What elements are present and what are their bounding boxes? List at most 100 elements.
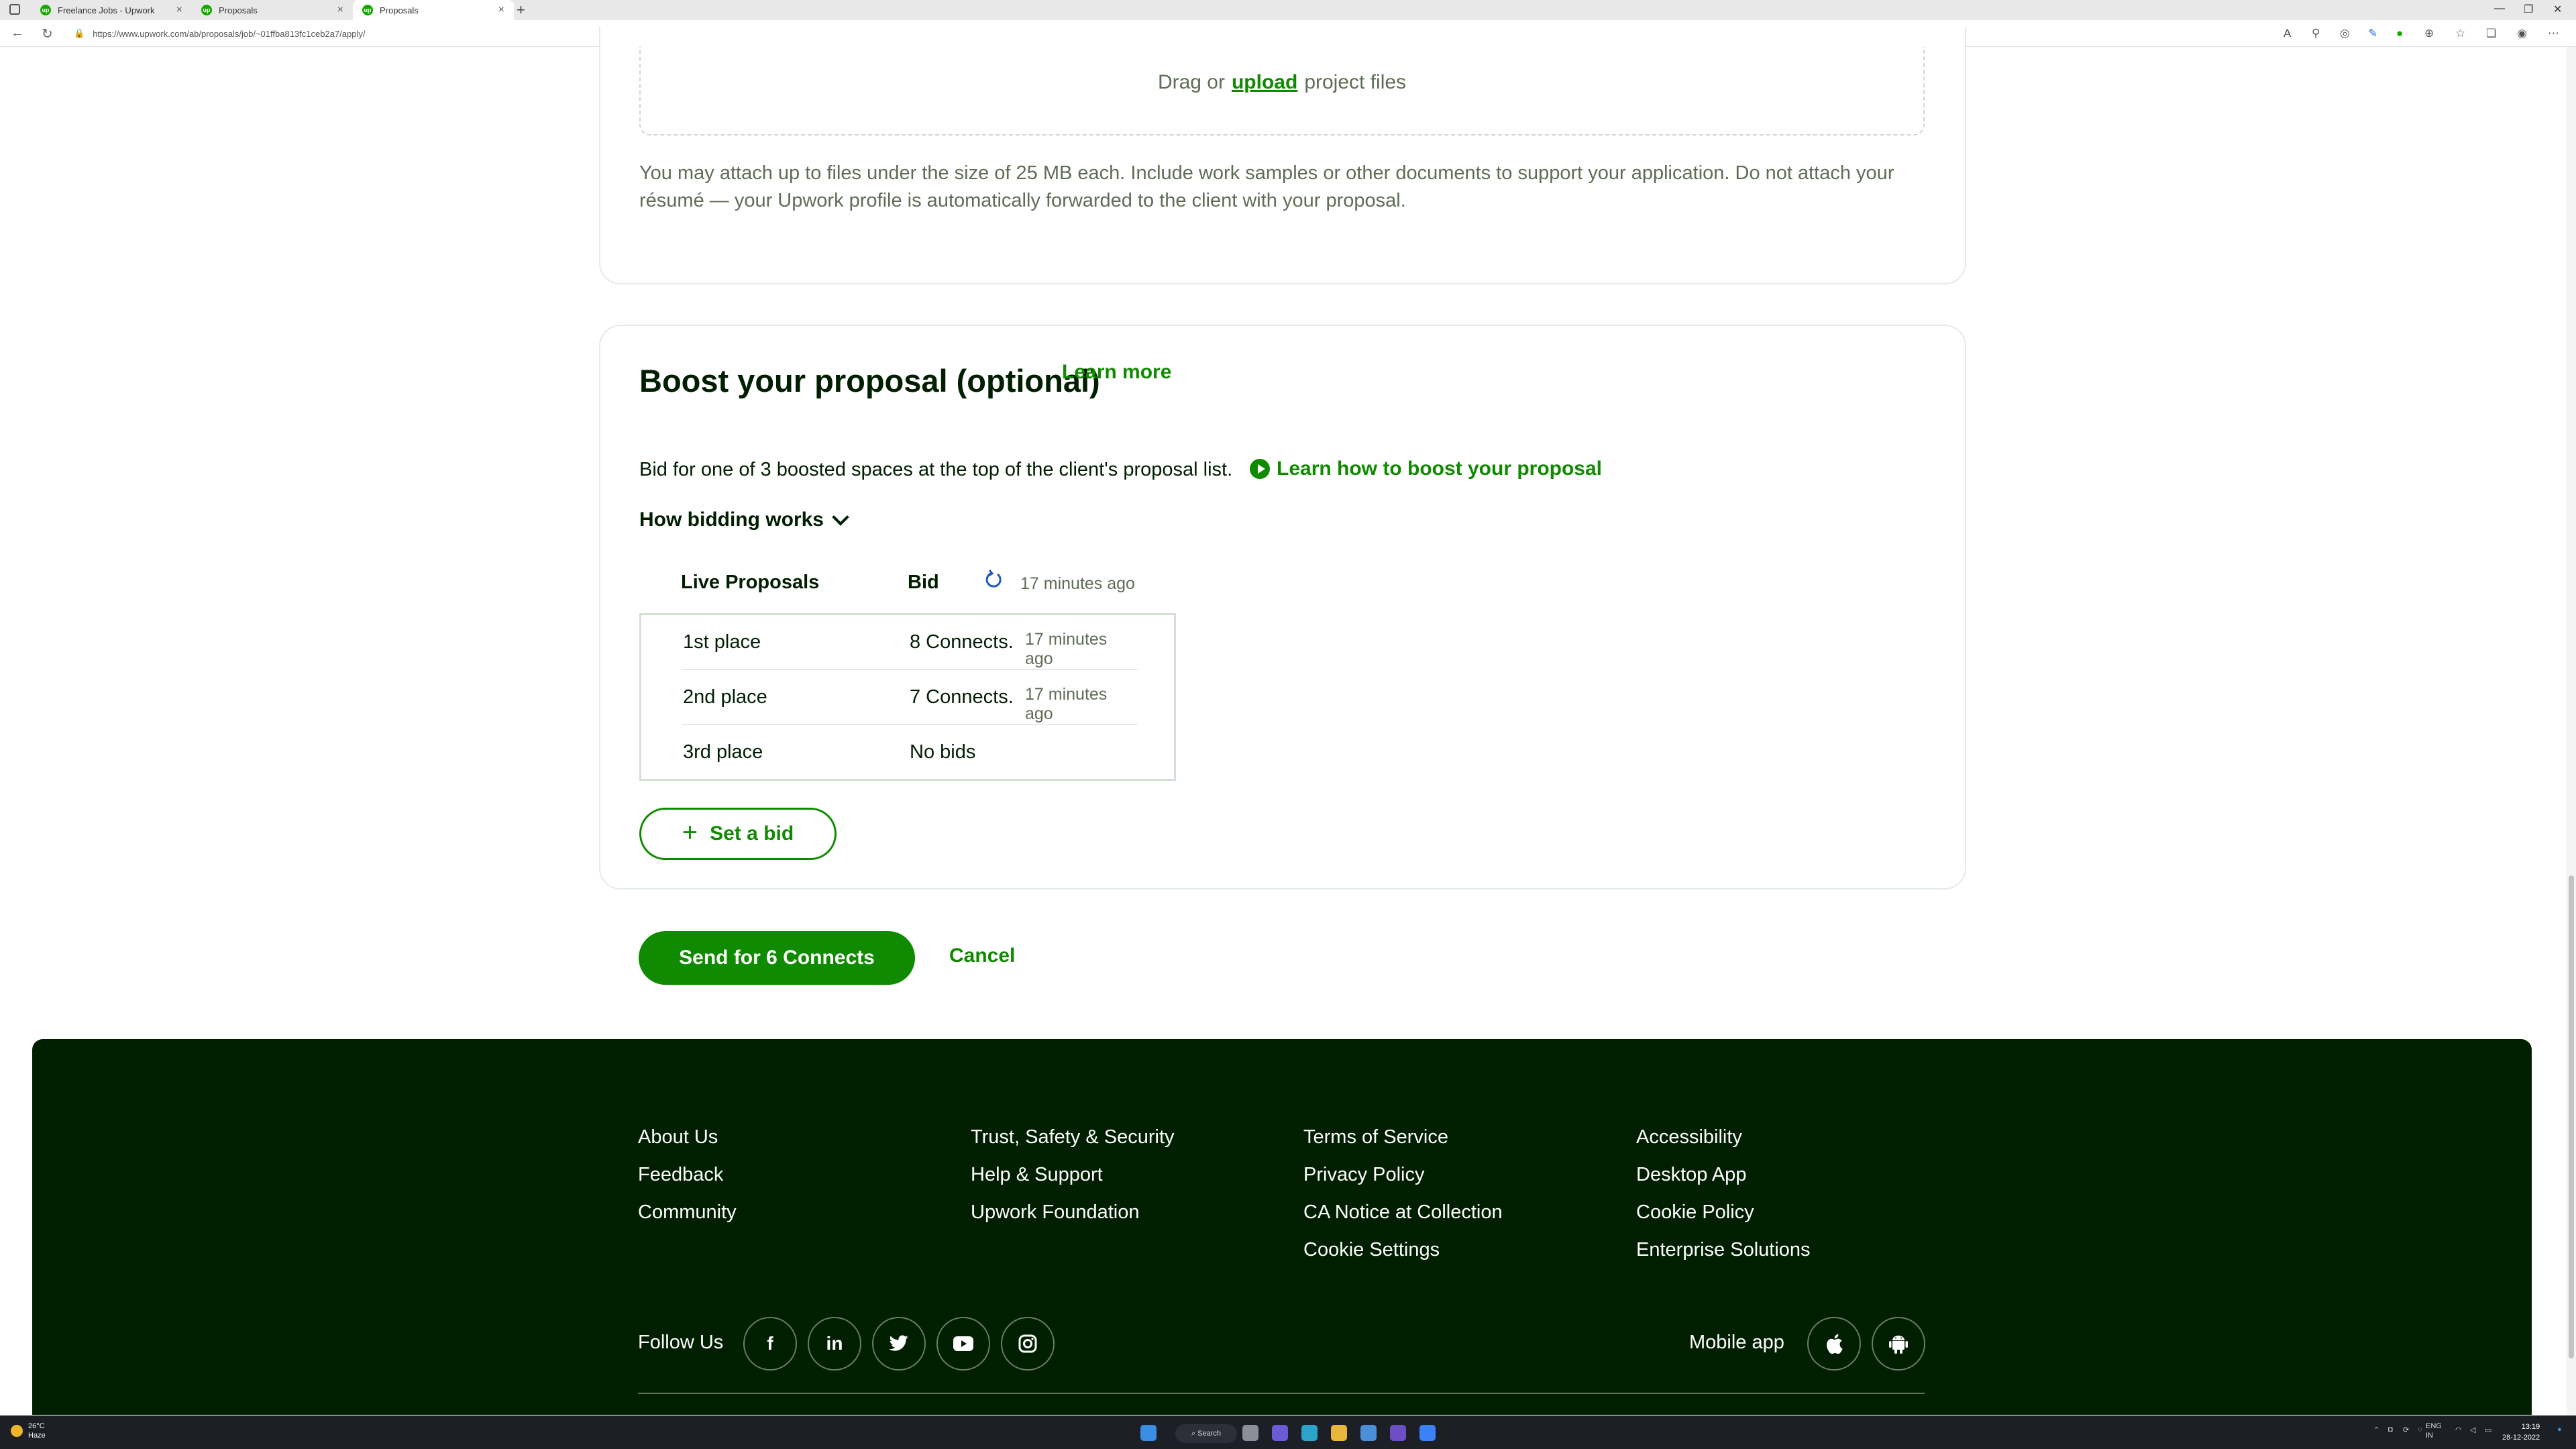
- twitter-icon[interactable]: [872, 1317, 926, 1371]
- start-icon[interactable]: [1140, 1425, 1157, 1441]
- weather-widget[interactable]: 26°C Haze: [11, 1421, 46, 1440]
- scrollbar-thumb[interactable]: [2569, 875, 2574, 1358]
- upwork-favicon-icon: up: [40, 5, 51, 15]
- apple-icon[interactable]: [1807, 1317, 1861, 1371]
- footer-column-3: Terms of Service Privacy Policy CA Notic…: [1303, 1124, 1503, 1274]
- region-code: IN: [2426, 1432, 2433, 1440]
- collections-icon[interactable]: ❏: [2486, 27, 2496, 40]
- bids-updated-time: 17 minutes ago: [1020, 574, 1135, 593]
- app-icon[interactable]: [1419, 1425, 1436, 1441]
- instagram-icon[interactable]: [1001, 1317, 1055, 1371]
- refresh-icon[interactable]: ↻: [42, 25, 53, 42]
- browser-tab-proposals-2[interactable]: up Proposals ×: [353, 0, 514, 20]
- learn-more-link[interactable]: Learn more: [1062, 361, 1171, 384]
- weather-temp: 26°C: [28, 1422, 45, 1430]
- footer-link-accessibility[interactable]: Accessibility: [1636, 1124, 1811, 1161]
- extension-icon[interactable]: ⊕: [2424, 27, 2434, 40]
- footer-link-privacy[interactable]: Privacy Policy: [1303, 1161, 1503, 1199]
- upload-link[interactable]: upload: [1232, 71, 1297, 94]
- table-row: 1st place 8 Connects. 17 minutes ago: [682, 615, 1138, 670]
- boost-title: Boost your proposal (optional): [639, 363, 1100, 398]
- wifi-icon[interactable]: ◠: [2455, 1426, 2462, 1434]
- task-view-icon[interactable]: [1242, 1425, 1258, 1441]
- favorites-icon[interactable]: ☆: [2455, 27, 2465, 40]
- sidebar-toggle-icon[interactable]: [9, 4, 20, 15]
- row-bid: 8 Connects.: [910, 631, 1014, 653]
- lock-icon: 🔒: [74, 28, 85, 38]
- close-icon[interactable]: ×: [176, 4, 182, 16]
- close-icon[interactable]: ×: [337, 4, 343, 16]
- footer-link-help-support[interactable]: Help & Support: [971, 1161, 1175, 1199]
- chat-icon[interactable]: [1272, 1425, 1288, 1441]
- browser-tab-freelance-jobs[interactable]: up Freelance Jobs - Upwork ×: [31, 0, 192, 20]
- row-bid: No bids: [910, 741, 976, 763]
- close-icon[interactable]: ×: [498, 4, 504, 16]
- read-aloud-icon[interactable]: A: [2284, 27, 2291, 40]
- mail-icon[interactable]: [1360, 1425, 1377, 1441]
- tray-network-icon[interactable]: ◌: [2418, 1426, 2422, 1434]
- learn-boost-link[interactable]: Learn how to boost your proposal: [1250, 458, 1602, 480]
- how-bidding-works-toggle[interactable]: How bidding works: [639, 508, 849, 531]
- file-explorer-icon[interactable]: [1331, 1425, 1347, 1441]
- browser-tab-proposals-1[interactable]: up Proposals ×: [192, 0, 353, 20]
- footer-link-feedback[interactable]: Feedback: [638, 1161, 737, 1199]
- footer-link-about-us[interactable]: About Us: [638, 1124, 737, 1161]
- footer-link-cookie-settings[interactable]: Cookie Settings: [1303, 1236, 1503, 1274]
- language-indicator[interactable]: ENG IN: [2426, 1421, 2442, 1440]
- row-time: 17 minutes ago: [1025, 630, 1108, 668]
- tray-overflow-icon[interactable]: ⌃: [2373, 1426, 2379, 1434]
- project-files-text: project files: [1304, 71, 1407, 93]
- grammar-extension-icon[interactable]: ●: [2396, 27, 2403, 40]
- maximize-icon[interactable]: ❐: [2524, 3, 2533, 16]
- window-close-icon[interactable]: ✕: [2553, 3, 2562, 16]
- upwork-favicon-icon: up: [201, 5, 212, 15]
- pen-extension-icon[interactable]: ✎: [2368, 27, 2377, 40]
- footer-link-trust-safety[interactable]: Trust, Safety & Security: [971, 1124, 1175, 1161]
- footer-link-enterprise[interactable]: Enterprise Solutions: [1636, 1236, 1811, 1274]
- column-bid: Bid: [908, 572, 939, 593]
- refresh-bids-icon[interactable]: [983, 569, 1004, 590]
- zoom-icon[interactable]: ⚲: [2312, 27, 2320, 40]
- mobile-app-label: Mobile app: [1689, 1332, 1784, 1353]
- edge-browser-icon[interactable]: [1301, 1425, 1318, 1441]
- notifications-icon[interactable]: ●: [2557, 1426, 2562, 1434]
- volume-icon[interactable]: ◁: [2470, 1426, 2475, 1434]
- android-icon[interactable]: [1872, 1317, 1925, 1371]
- back-icon[interactable]: ←: [11, 25, 24, 41]
- taskbar-search[interactable]: ⌕ Search: [1175, 1424, 1237, 1443]
- tray-sync-icon[interactable]: ⟳: [2403, 1426, 2409, 1434]
- new-tab-icon[interactable]: +: [517, 1, 525, 19]
- footer-link-cookie-policy[interactable]: Cookie Policy: [1636, 1199, 1811, 1236]
- table-row: 2nd place 7 Connects. 17 minutes ago: [682, 670, 1138, 725]
- footer-link-upwork-foundation[interactable]: Upwork Foundation: [971, 1199, 1175, 1236]
- send-proposal-button[interactable]: Send for 6 Connects: [639, 931, 915, 985]
- more-options-icon[interactable]: ⋯: [2548, 27, 2559, 40]
- cancel-link[interactable]: Cancel: [949, 945, 1015, 967]
- row-place: 1st place: [683, 631, 761, 653]
- footer-link-desktop-app[interactable]: Desktop App: [1636, 1161, 1811, 1199]
- footer-link-ca-notice[interactable]: CA Notice at Collection: [1303, 1199, 1503, 1236]
- set-bid-button[interactable]: + Set a bid: [639, 808, 837, 860]
- set-bid-label: Set a bid: [710, 822, 794, 845]
- facebook-icon[interactable]: f: [743, 1317, 797, 1371]
- minimize-icon[interactable]: —: [2494, 3, 2505, 15]
- youtube-icon[interactable]: [936, 1317, 990, 1371]
- language-code: ENG: [2426, 1422, 2442, 1430]
- tray-app-icon[interactable]: ◘: [2388, 1426, 2393, 1434]
- profile-icon[interactable]: ◉: [2517, 27, 2527, 40]
- drag-text: Drag or: [1157, 71, 1225, 93]
- play-icon: [1250, 459, 1270, 479]
- tab-label: Proposals: [380, 5, 419, 15]
- search-label: Search: [1197, 1430, 1222, 1438]
- footer-link-terms[interactable]: Terms of Service: [1303, 1124, 1503, 1161]
- visual-studio-icon[interactable]: [1390, 1425, 1406, 1441]
- tracking-icon[interactable]: ◎: [2340, 27, 2350, 40]
- taskbar-clock[interactable]: 13:19 28-12-2022: [2502, 1421, 2540, 1443]
- battery-icon[interactable]: ▭: [2485, 1426, 2491, 1434]
- footer-column-4: Accessibility Desktop App Cookie Policy …: [1636, 1124, 1811, 1274]
- boost-proposal-card: Boost your proposal (optional) Learn mor…: [599, 325, 1966, 890]
- attachments-card: Drag or upload project files You may att…: [599, 27, 1966, 284]
- linkedin-icon[interactable]: in: [808, 1317, 861, 1371]
- footer-link-community[interactable]: Community: [638, 1199, 737, 1236]
- file-dropzone[interactable]: Drag or upload project files: [639, 47, 1925, 136]
